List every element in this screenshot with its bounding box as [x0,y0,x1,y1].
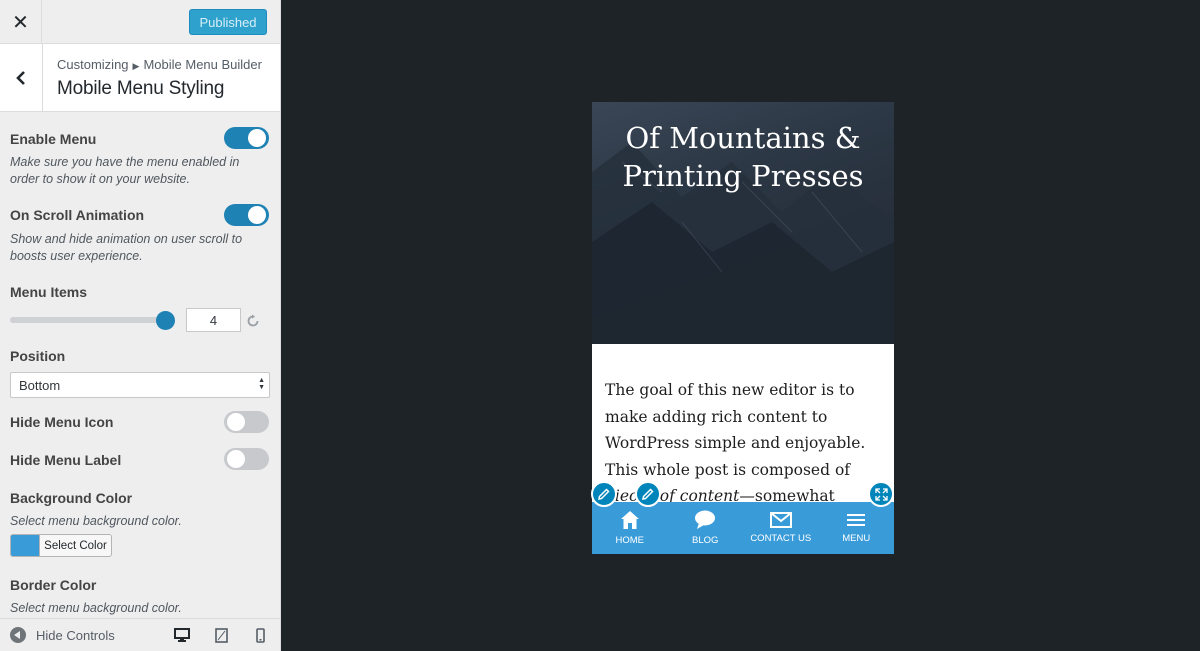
hamburger-icon [847,514,866,526]
menu-item-home-label: HOME [615,535,645,546]
scroll-animation-label: On Scroll Animation [10,207,145,223]
envelope-icon [769,512,792,528]
menu-items-input[interactable]: 4 [186,308,241,332]
site-title-line-2: Printing Presses [622,159,864,193]
customizer-sidebar: ✕ Published Customizing ▶ Mobile Menu Buil… [0,0,281,651]
select-arrows-icon: ▲ ▼ [258,377,265,391]
border-color-label: Border Color [10,577,97,593]
position-label: Position [10,348,66,364]
position-select[interactable]: Bottom ▲ ▼ [10,372,270,398]
header-image: Of Mountains & Printing Presses [592,102,894,344]
pencil-icon [598,488,610,500]
customizer-header: ✕ Published [0,0,280,44]
menu-item-menu[interactable]: MENU [819,502,895,554]
desktop-preview-icon[interactable] [174,628,190,643]
pencil-icon [642,488,654,500]
edit-shortcut-button[interactable] [591,481,617,507]
breadcrumb-parent: Mobile Menu Builder [143,57,262,72]
hide-controls-label: Hide Controls [36,627,115,643]
breadcrumb-separator-icon: ▶ [132,61,140,71]
select-color-button[interactable]: Select Color [39,534,112,557]
breadcrumb-root: Customizing [57,57,129,72]
post-text-part1: The goal of this new editor is to make a… [605,381,866,479]
breadcrumb: Customizing ▶ Mobile Menu Builder [57,57,262,72]
menu-item-home[interactable]: HOME [592,502,668,554]
collapse-icon [10,627,26,643]
position-selected-value: Bottom [19,377,61,393]
section-title: Mobile Menu Styling [57,78,225,99]
scroll-animation-description: Show and hide animation on user scroll t… [10,232,243,263]
background-color-description: Select menu background color. [10,514,182,528]
section-header: Customizing ▶ Mobile Menu Builder Mobile M… [0,44,280,112]
mobile-bottom-menu: HOME BLOG CONTACT US MENU [592,502,894,554]
mobile-preview-icon[interactable] [256,628,265,643]
menu-items-label: Menu Items [10,284,88,300]
menu-item-blog-label: BLOG [692,535,719,546]
back-button[interactable] [0,44,43,111]
hide-controls-button[interactable]: Hide Controls [10,627,115,643]
enable-menu-toggle[interactable] [224,127,269,149]
menu-items-slider-track[interactable] [10,317,166,323]
close-icon: ✕ [12,11,29,34]
tablet-preview-icon[interactable] [215,628,228,643]
hide-menu-label-label: Hide Menu Label [10,452,122,468]
menu-item-menu-label: MENU [842,533,871,544]
enable-menu-label: Enable Menu [10,131,97,147]
chevron-left-icon [16,70,25,85]
menu-items-slider-handle[interactable] [156,311,175,330]
background-color-label: Background Color [10,490,133,506]
publish-button[interactable]: Published [189,9,267,35]
hide-menu-label-toggle[interactable] [224,448,269,470]
site-title: Of Mountains & Printing Presses [592,119,894,195]
close-customizer-button[interactable]: ✕ [0,0,42,44]
menu-item-blog[interactable]: BLOG [668,502,744,554]
expand-icon [874,487,888,501]
site-title-line-1: Of Mountains & [625,121,861,155]
home-icon [620,511,639,529]
menu-item-contact[interactable]: CONTACT US [743,502,819,554]
customizer-footer: Hide Controls [0,618,280,651]
hide-menu-icon-label: Hide Menu Icon [10,414,114,430]
chat-bubble-icon [695,510,716,529]
edit-shortcut-button[interactable] [635,481,661,507]
border-color-description: Select menu background color. [10,601,182,615]
background-color-swatch[interactable] [10,534,40,557]
reset-icon[interactable] [246,314,260,328]
hide-menu-icon-toggle[interactable] [224,411,269,433]
expand-shortcut-button[interactable] [868,481,894,507]
scroll-animation-toggle[interactable] [224,204,269,226]
enable-menu-description: Make sure you have the menu enabled in o… [10,155,240,186]
menu-item-contact-label: CONTACT US [750,533,812,544]
